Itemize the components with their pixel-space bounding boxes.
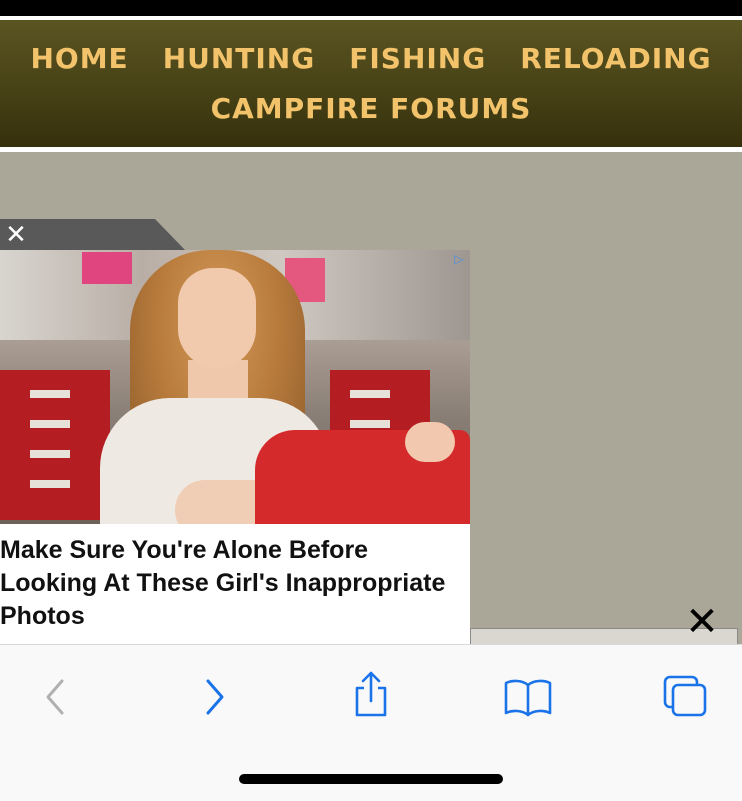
site-nav: HOME HUNTING FISHING RELOADING CAMPFIRE … [0, 20, 742, 147]
nav-link-fishing[interactable]: FISHING [349, 42, 486, 75]
nav-link-reloading[interactable]: RELOADING [520, 42, 711, 75]
share-icon [355, 671, 387, 717]
ad-image[interactable]: ▷ [0, 250, 470, 524]
book-icon [504, 679, 552, 717]
nav-row: CAMPFIRE FORUMS [0, 92, 742, 125]
nav-link-hunting[interactable]: HUNTING [163, 42, 316, 75]
ad-headline[interactable]: Make Sure You're Alone Before Looking At… [0, 534, 462, 633]
status-bar [0, 0, 742, 16]
nav-link-campfire-forums[interactable]: CAMPFIRE FORUMS [211, 92, 532, 125]
share-button[interactable] [343, 671, 399, 719]
forward-button[interactable] [188, 675, 244, 719]
nav-row: HOME HUNTING FISHING RELOADING [0, 42, 742, 75]
chevron-left-icon [46, 679, 64, 715]
adchoices-icon[interactable]: ▷ [452, 252, 466, 266]
tabs-button[interactable] [657, 675, 713, 719]
chevron-right-icon [206, 679, 224, 715]
home-indicator[interactable] [239, 774, 503, 784]
back-button[interactable] [28, 675, 84, 719]
close-icon[interactable]: ✕ [684, 602, 720, 642]
nav-link-home[interactable]: HOME [30, 42, 128, 75]
tabs-icon [663, 675, 707, 717]
bookmarks-button[interactable] [500, 675, 556, 719]
ad-card[interactable]: ▷ Make Sure You're Alone Before Looking … [0, 250, 470, 644]
close-icon[interactable]: ✕ [4, 222, 28, 248]
